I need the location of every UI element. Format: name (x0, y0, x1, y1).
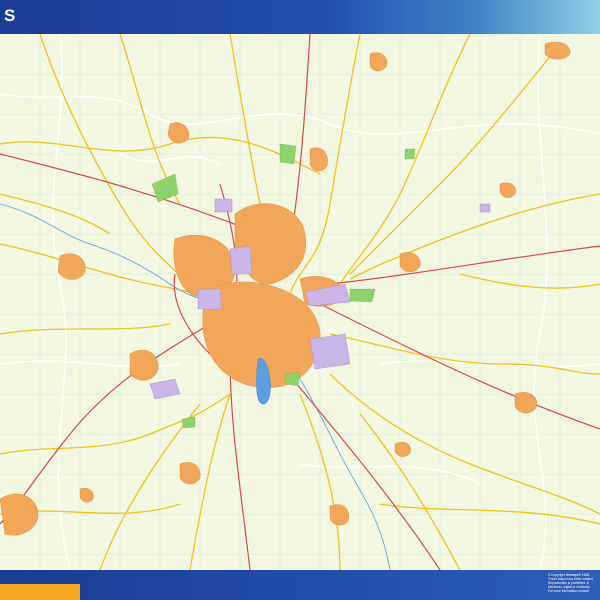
urban-areas (0, 41, 571, 536)
map-area[interactable] (0, 34, 600, 570)
road-map (0, 34, 600, 570)
map-poster: S © Copyright Netmaps® 1988 - These maps… (0, 0, 600, 600)
footer-accent-tab (0, 584, 80, 600)
map-header-bar: S (0, 0, 600, 34)
map-title: S (4, 6, 16, 25)
copyright-line: For more information consult (548, 589, 589, 593)
copyright-notice: © Copyright Netmaps® 1988 - These maps h… (548, 573, 600, 593)
map-footer-bar (0, 570, 600, 600)
